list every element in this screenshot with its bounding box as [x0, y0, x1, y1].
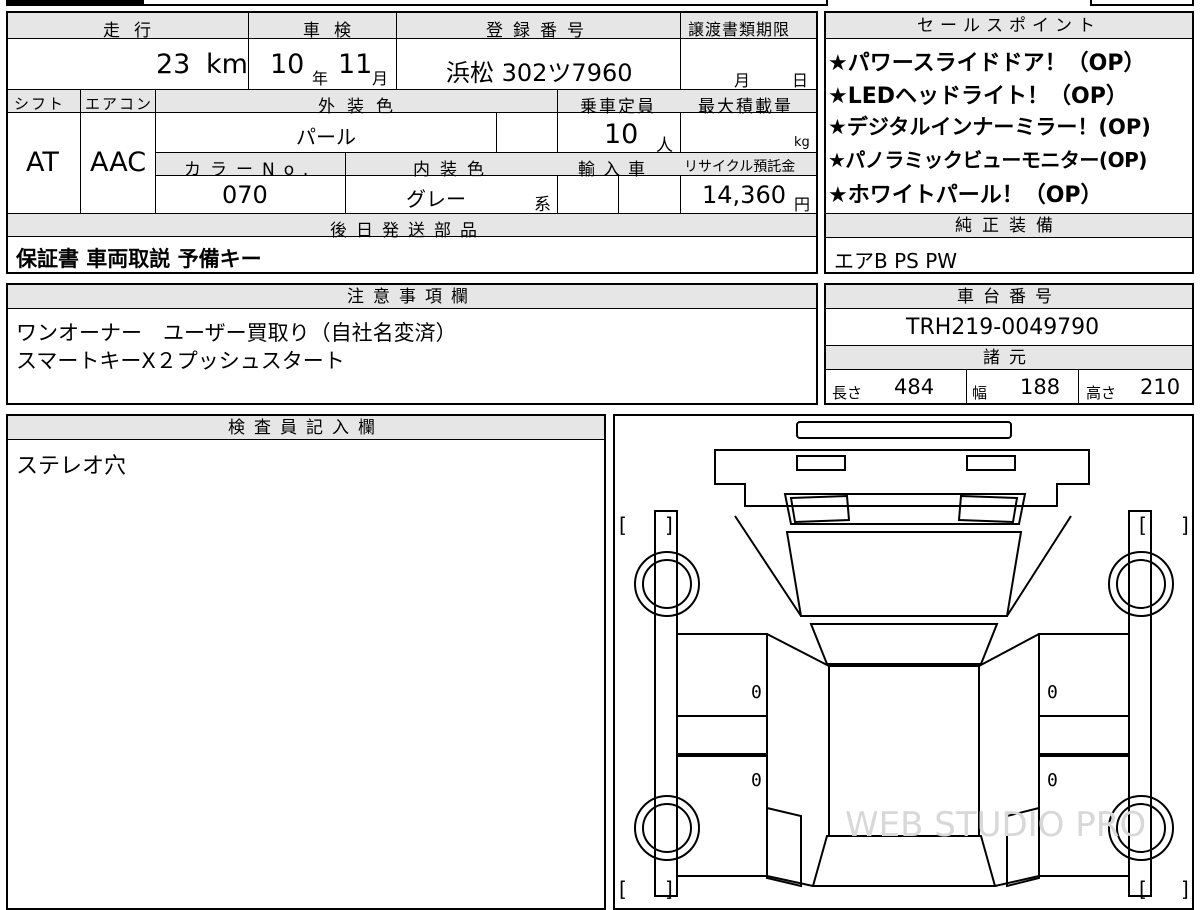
- mark-right-rear: 0: [1047, 770, 1058, 791]
- top-black-block: [6, 0, 142, 6]
- chassis-label: 車台番号: [826, 285, 1192, 309]
- inspection-label: 車検: [303, 21, 365, 41]
- sales-point-4: ★パノラミックビューモニター(OP): [828, 148, 1147, 172]
- recycle-label: リサイクル預託金: [684, 159, 796, 175]
- sales-points-box: セールスポイント ★パワースライドドア！（OP） ★LEDヘッドライト！（OP）…: [824, 11, 1194, 274]
- mark-right-front: 0: [1047, 682, 1058, 703]
- import-label: 輸入車: [578, 160, 653, 180]
- notes-line-1: ワンオーナー ユーザー買取り（自社名変済）: [16, 321, 457, 345]
- transfer-deadline-label: 譲渡書類期限: [688, 20, 791, 39]
- interior-color-label: 内装色: [413, 160, 494, 180]
- right-front-tire-outer: [1108, 551, 1174, 617]
- inspection-year-unit: 年: [312, 69, 329, 88]
- sales-point-2: ★LEDヘッドライト！（OP）: [828, 84, 1128, 109]
- color-no-value: 070: [222, 181, 268, 209]
- capacity-label: 乗車定員: [580, 97, 656, 117]
- mileage-value: 23: [156, 49, 191, 80]
- interior-color-value: グレー: [406, 187, 466, 211]
- bracket-tl-open: [: [619, 513, 627, 537]
- later-parts-label: 後日発送部品: [330, 221, 486, 241]
- wiper-area: [783, 493, 1027, 525]
- bracket-tr-close: ]: [1181, 513, 1189, 537]
- transfer-day-unit: 日: [792, 71, 809, 90]
- car-diagram-box: [ ] [ ] [ ] [ ] 0 0 0 0 WEB STUDIO PRO: [613, 414, 1194, 910]
- interior-color-suffix: 系: [534, 195, 551, 215]
- sales-points-label: セールスポイント: [826, 13, 1192, 39]
- ac-label: エアコン: [85, 95, 154, 113]
- max-load-label: 最大積載量: [698, 97, 793, 117]
- sales-point-3: ★デジタルインナーミラー！(OP): [828, 115, 1151, 139]
- height-label: 高さ: [1086, 384, 1117, 402]
- length-value: 484: [894, 375, 935, 399]
- windshield: [785, 531, 1023, 617]
- front-bumper: [796, 421, 1012, 439]
- registration-label: 登録番号: [486, 21, 594, 41]
- color-no-label: カラーNo.: [184, 160, 318, 180]
- chassis-box: 車台番号 TRH219-0049790 諸元 長さ 484 幅 188 高さ 2…: [824, 283, 1194, 405]
- bracket-tr-open: [: [1139, 513, 1147, 537]
- registration-value: 浜松 302ツ7960: [446, 59, 633, 87]
- notes-line-2: スマートキーX２プッシュスタート: [16, 349, 345, 373]
- left-rear-tire-inner: [642, 803, 692, 853]
- exterior-color-label: 外装色: [318, 97, 405, 117]
- left-headlight: [796, 455, 846, 471]
- inspection-month-unit: 月: [372, 69, 389, 88]
- chassis-value: TRH219-0049790: [906, 315, 1100, 340]
- capacity-value: 10: [604, 119, 639, 150]
- mileage-unit: km: [206, 49, 248, 80]
- bracket-br-close: ]: [1181, 877, 1189, 901]
- genuine-equipment-label: 純正装備: [826, 214, 1192, 238]
- notes-box: 注意事項欄 ワンオーナー ユーザー買取り（自社名変済） スマートキーX２プッシュ…: [6, 283, 818, 405]
- left-body-side: [654, 510, 678, 897]
- car-diagram: [ ] [ ] [ ] [ ] 0 0 0 0 WEB STUDIO PRO: [619, 421, 1189, 901]
- inspection-year: 10: [270, 49, 305, 80]
- shift-label: シフト: [14, 95, 66, 113]
- width-label: 幅: [972, 384, 988, 402]
- dimensions-label: 諸元: [826, 346, 1192, 370]
- sales-point-1: ★パワースライドドア！（OP）: [828, 51, 1146, 76]
- bracket-bl-close: ]: [665, 877, 673, 901]
- bracket-bl-open: [: [619, 877, 627, 901]
- right-headlight: [966, 455, 1016, 471]
- exterior-color-value: パール: [296, 125, 356, 149]
- top-strip: [0, 0, 1200, 8]
- left-rear-window: [766, 806, 802, 888]
- watermark: WEB STUDIO PRO: [845, 805, 1146, 845]
- left-rear-tire-outer: [634, 795, 700, 861]
- recycle-unit: 円: [794, 195, 811, 214]
- top-cell-line: [142, 0, 828, 6]
- roof-front: [809, 623, 999, 665]
- ac-value: AAC: [90, 147, 147, 178]
- inspector-box: 検査員記入欄 ステレオ穴: [6, 414, 606, 910]
- inspector-value: ステレオ穴: [16, 454, 127, 479]
- width-value: 188: [1020, 375, 1061, 399]
- shift-value: AT: [26, 147, 59, 178]
- height-value: 210: [1140, 375, 1181, 399]
- later-parts-value: 保証書 車両取説 予備キー: [16, 247, 262, 271]
- bracket-tl-close: ]: [665, 513, 673, 537]
- left-front-tire-inner: [642, 559, 692, 609]
- left-front-tire-outer: [634, 551, 700, 617]
- hood-outline: [714, 449, 1090, 507]
- left-mirror-frame: [789, 494, 851, 524]
- sales-point-5: ★ホワイトパール！（OP）: [828, 183, 1103, 208]
- right-mirror-frame: [957, 494, 1019, 524]
- genuine-equipment-value: エアB PS PW: [834, 249, 958, 273]
- top-cell-line-right: [1090, 0, 1194, 6]
- notes-label: 注意事項欄: [8, 285, 816, 309]
- mileage-label: 走行: [103, 21, 165, 41]
- recycle-value: 14,360: [702, 181, 786, 209]
- inspector-label: 検査員記入欄: [8, 416, 604, 440]
- inspection-month: 11: [338, 49, 373, 80]
- max-load-unit: kg: [794, 135, 810, 150]
- transfer-month-unit: 月: [734, 71, 751, 90]
- mark-left-rear: 0: [751, 770, 762, 791]
- bracket-br-open: [: [1139, 877, 1147, 901]
- right-front-tire-inner: [1116, 559, 1166, 609]
- mark-left-front: 0: [751, 682, 762, 703]
- length-label: 長さ: [832, 384, 863, 402]
- vehicle-info-table: 走行 車検 登録番号 譲渡書類期限 23 km 10 年 11 月 浜松 302…: [6, 11, 818, 274]
